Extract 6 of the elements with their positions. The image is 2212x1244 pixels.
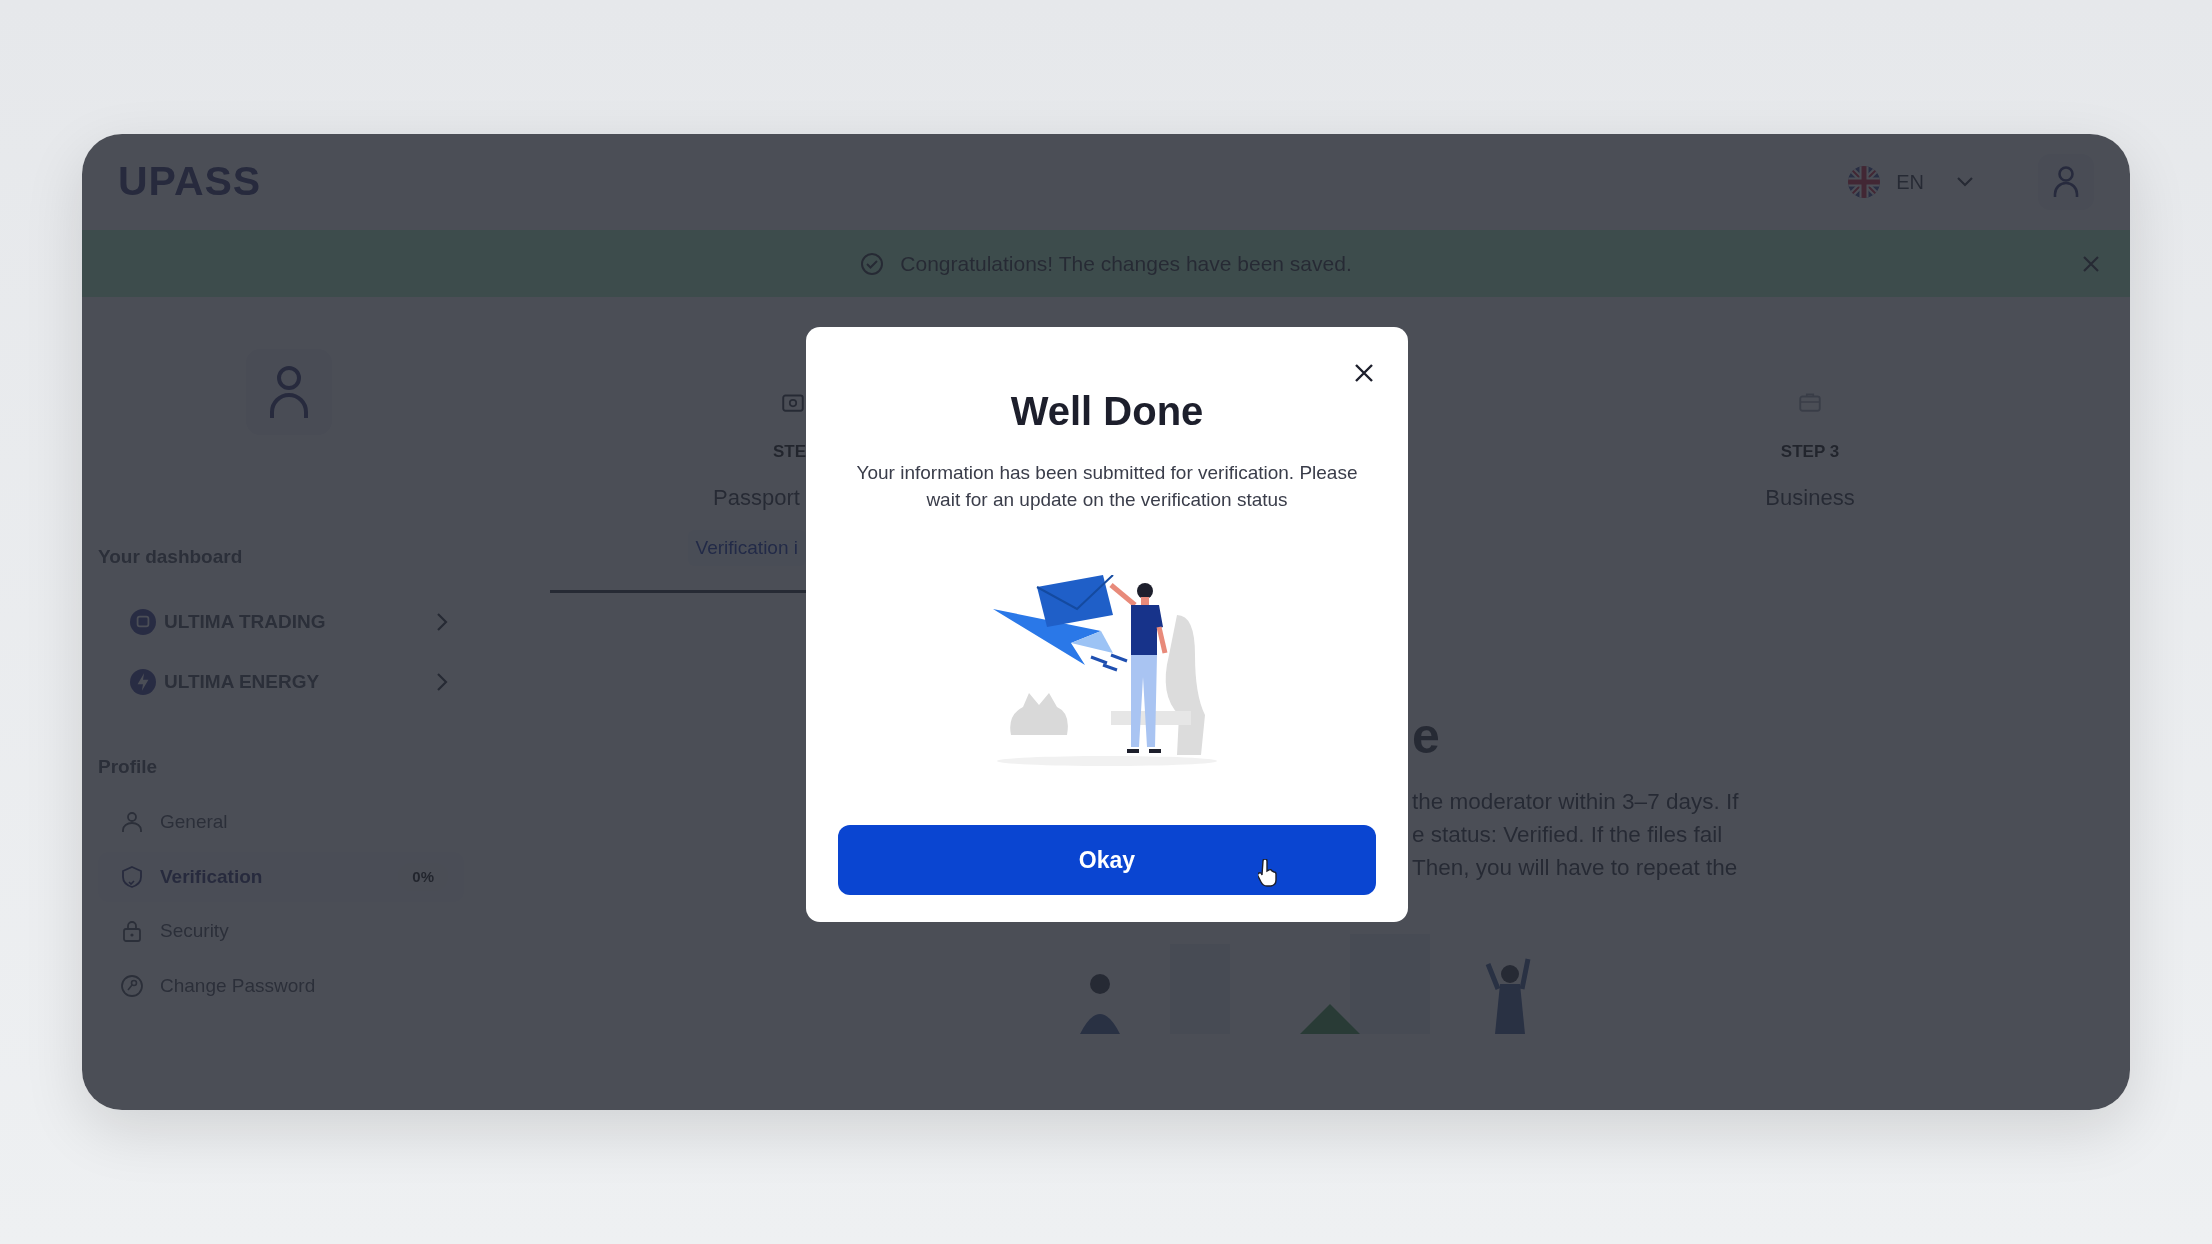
- dialog-message: Your information has been submitted for verification. Please wait for an update on the verification status: [855, 461, 1359, 512]
- okay-button[interactable]: Okay: [838, 825, 1376, 895]
- close-button[interactable]: [1354, 363, 1374, 383]
- dialog-title: Well Done: [1009, 388, 1205, 435]
- pointer-cursor-icon: [1258, 859, 1278, 887]
- close-icon: [1354, 363, 1374, 383]
